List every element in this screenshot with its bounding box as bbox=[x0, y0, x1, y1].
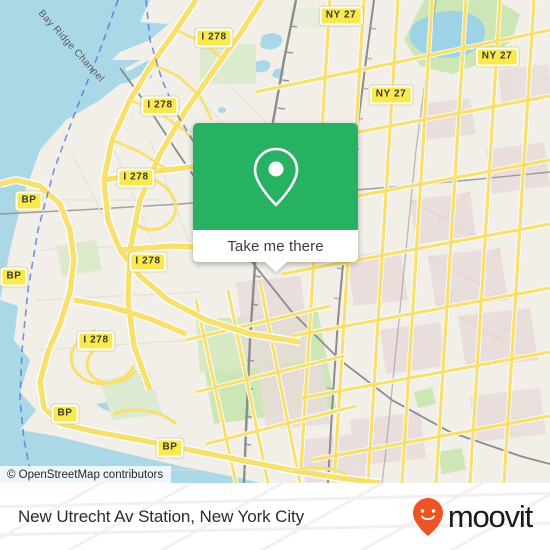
page-title: New Utrecht Av Station, New York City bbox=[18, 483, 304, 550]
road-shield-ny27-2: NY 27 bbox=[475, 47, 519, 67]
road-shield-bp-2: BP bbox=[0, 267, 28, 287]
road-shield-i278-3: I 278 bbox=[117, 168, 155, 188]
map-canvas[interactable]: Bay Ridge Channel I 278 NY 27 NY 27 NY 2… bbox=[0, 0, 550, 483]
road-shield-bp-1: BP bbox=[15, 191, 43, 211]
road-shield-i278-4: I 278 bbox=[129, 252, 167, 272]
take-me-there-label: Take me there bbox=[227, 237, 324, 255]
moovit-pin-smile-icon bbox=[412, 497, 443, 536]
road-shield-i278-2: I 278 bbox=[141, 96, 179, 116]
road-shield-ny27-3: NY 27 bbox=[369, 85, 413, 105]
osm-attribution[interactable]: © OpenStreetMap contributors bbox=[0, 466, 172, 483]
take-me-there-button[interactable]: Take me there bbox=[193, 230, 358, 272]
footer-bar: New Utrecht Av Station, New York City mo… bbox=[0, 483, 550, 550]
road-shield-ny27-1: NY 27 bbox=[319, 6, 363, 26]
road-shield-bp-4: BP bbox=[156, 438, 184, 458]
road-shield-i278-1: I 278 bbox=[195, 28, 233, 48]
road-shield-i278-5: I 278 bbox=[77, 331, 115, 351]
take-me-there-card[interactable]: Take me there bbox=[193, 123, 358, 272]
map-pin-icon bbox=[253, 147, 298, 206]
station-title-text: New Utrecht Av Station, New York City bbox=[18, 506, 305, 526]
moovit-station-map-card: Bay Ridge Channel I 278 NY 27 NY 27 NY 2… bbox=[0, 0, 550, 550]
road-shield-bp-3: BP bbox=[51, 404, 79, 424]
card-pointer-tail bbox=[264, 262, 287, 272]
card-image-area bbox=[193, 123, 358, 230]
moovit-brand[interactable]: moovit bbox=[411, 483, 533, 550]
osm-attribution-text: © OpenStreetMap contributors bbox=[7, 468, 164, 481]
moovit-wordmark: moovit bbox=[447, 499, 533, 534]
